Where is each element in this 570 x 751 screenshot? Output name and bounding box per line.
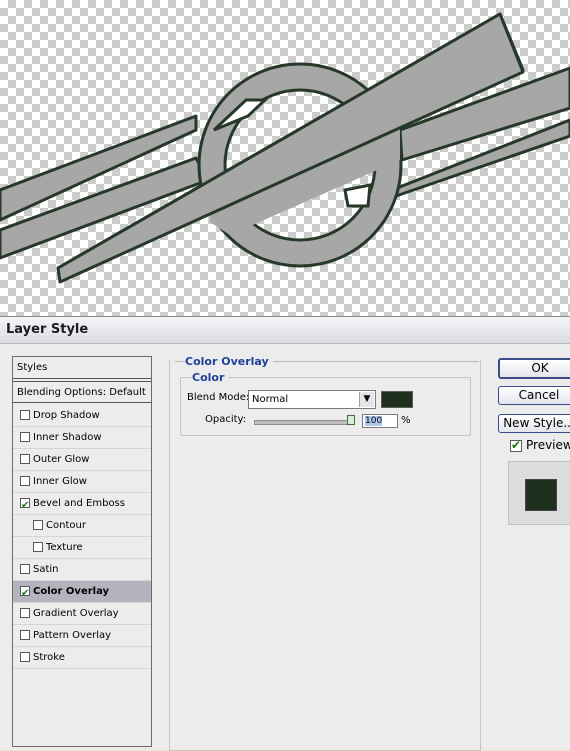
blend-mode-select[interactable]: Normal ▼ [248,390,376,409]
style-item-pattern-overlay[interactable]: Pattern Overlay [13,625,151,647]
preview-label: Preview [526,438,570,452]
color-group-title: Color [192,371,229,384]
blending-options-label: Blending Options: Default [17,387,146,398]
dialog-title: Layer Style [6,322,89,337]
section-title: Color Overlay [185,355,273,368]
style-item-label: Drop Shadow [33,410,100,421]
styles-list: Styles Blending Options: Default Drop Sh… [12,356,152,747]
style-item-label: Texture [46,542,83,553]
style-item-label: Gradient Overlay [33,608,119,619]
logo-artwork [0,12,570,284]
opacity-input[interactable]: 100 [362,414,398,428]
dialog-titlebar[interactable]: Layer Style [0,317,570,344]
opacity-slider[interactable] [254,420,354,425]
style-checkbox[interactable] [20,454,30,464]
preview-checkbox[interactable]: ✔ [510,438,522,452]
style-item-satin[interactable]: Satin [13,559,151,581]
preview-swatch [525,479,557,511]
style-item-color-overlay[interactable]: ✔ Color Overlay [13,581,151,603]
new-style-button[interactable]: New Style... [498,414,570,433]
document-canvas[interactable] [0,0,570,316]
style-item-label: Satin [33,564,59,575]
style-item-stroke[interactable]: Stroke [13,647,151,669]
style-item-label: Pattern Overlay [33,630,112,641]
style-item-label: Contour [46,520,86,531]
style-item-label: Outer Glow [33,454,90,465]
style-checkbox[interactable] [20,476,30,486]
overlay-color-swatch[interactable] [381,391,413,408]
style-item-label: Stroke [33,652,65,663]
style-item-inner-glow[interactable]: Inner Glow [13,471,151,493]
style-item-outer-glow[interactable]: Outer Glow [13,449,151,471]
opacity-label: Opacity: [205,414,247,425]
style-item-contour[interactable]: Contour [13,515,151,537]
chevron-down-icon[interactable]: ▼ [359,392,374,407]
style-item-label: Bevel and Emboss [33,498,125,509]
style-checkbox[interactable] [20,410,30,420]
style-checkbox[interactable] [20,564,30,574]
style-checkbox[interactable]: ✔ [20,586,30,599]
style-checkbox[interactable] [20,608,30,618]
style-item-inner-shadow[interactable]: Inner Shadow [13,427,151,449]
style-item-gradient-overlay[interactable]: Gradient Overlay [13,603,151,625]
style-item-drop-shadow[interactable]: Drop Shadow [13,405,151,427]
blend-mode-label: Blend Mode: [187,392,250,403]
checkmark-icon: ✔ [21,500,30,511]
style-checkbox[interactable] [33,520,43,530]
opacity-slider-thumb[interactable] [347,415,355,425]
styles-header[interactable]: Styles [13,357,151,379]
ok-button[interactable]: OK [498,358,570,379]
cancel-button[interactable]: Cancel [498,386,570,405]
style-checkbox[interactable] [20,630,30,640]
style-checkbox[interactable]: ✔ [20,498,30,511]
style-checkbox[interactable] [20,652,30,662]
style-item-texture[interactable]: Texture [13,537,151,559]
style-item-bevel-and-emboss[interactable]: ✔ Bevel and Emboss [13,493,151,515]
checkmark-icon: ✔ [21,588,30,599]
blend-mode-value: Normal [252,394,289,405]
style-preview [508,461,570,525]
styles-header-label: Styles [17,362,48,373]
style-item-label: Inner Shadow [33,432,102,443]
checkmark-icon: ✔ [511,438,522,452]
opacity-value: 100 [365,416,383,426]
opacity-unit: % [401,415,411,426]
style-item-label: Color Overlay [33,586,110,597]
style-checkbox[interactable] [33,542,43,552]
style-checkbox[interactable] [20,432,30,442]
style-item-label: Inner Glow [33,476,87,487]
blending-options-item[interactable]: Blending Options: Default [13,381,151,403]
